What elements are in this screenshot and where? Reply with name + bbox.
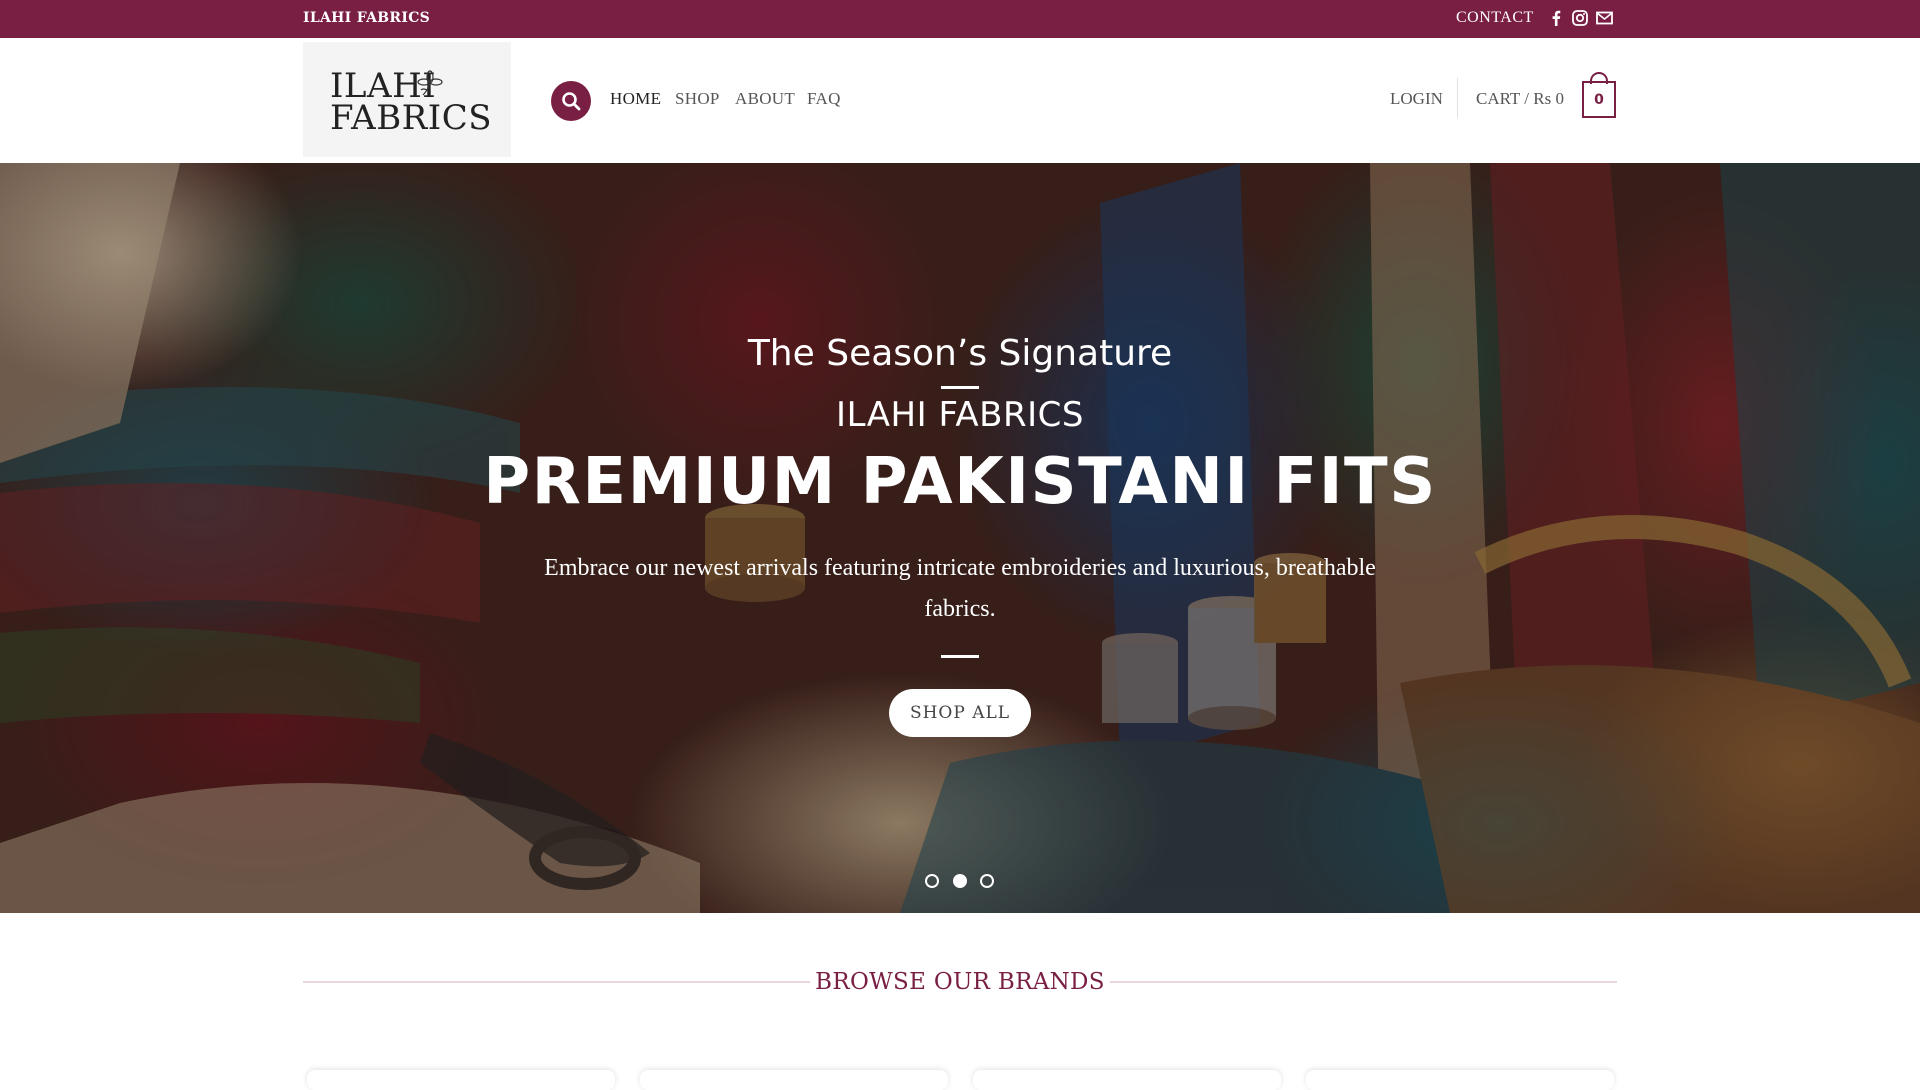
brand-card[interactable] — [973, 1070, 1281, 1090]
brand-card[interactable] — [1306, 1070, 1614, 1090]
instagram-icon[interactable] — [1571, 9, 1589, 27]
hero-brand: ILAHI FABRICS — [836, 395, 1084, 435]
nav-home[interactable]: HOME — [610, 89, 661, 109]
mail-icon[interactable] — [1595, 9, 1613, 27]
browse-divider-right — [1110, 981, 1617, 983]
slider-dot-1[interactable] — [925, 874, 939, 888]
cart-count: 0 — [1594, 91, 1604, 108]
hero-title: PREMIUM PAKISTANI FITS — [483, 445, 1437, 519]
nav-shop[interactable]: SHOP — [675, 89, 720, 109]
facebook-icon[interactable] — [1547, 9, 1565, 27]
flower-icon — [417, 70, 443, 96]
brand-card[interactable] — [307, 1070, 615, 1090]
hero-kicker: The Season’s Signature — [747, 333, 1173, 374]
cart-icon[interactable]: 0 — [1582, 81, 1616, 118]
brand-card[interactable] — [640, 1070, 948, 1090]
contact-link[interactable]: CONTACT — [1456, 9, 1534, 27]
search-button[interactable] — [551, 81, 591, 121]
site-header — [0, 38, 1920, 163]
hero-content: The Season’s Signature ILAHI FABRICS PRE… — [0, 163, 1920, 913]
cart-link[interactable]: CART / Rs 0 — [1476, 89, 1564, 109]
hero-divider-bottom — [941, 655, 979, 658]
site-logo[interactable]: ILAHI FABRICS — [303, 42, 511, 157]
logo-line-2: FABRICS — [330, 98, 493, 138]
hero-divider-top — [941, 386, 979, 389]
shop-all-button[interactable]: SHOP ALL — [889, 689, 1031, 737]
slider-dot-3[interactable] — [980, 874, 994, 888]
slider-dot-2[interactable] — [953, 874, 967, 888]
nav-about[interactable]: ABOUT — [735, 89, 795, 109]
hero-description: Embrace our newest arrivals featuring in… — [544, 555, 1376, 622]
top-bar: ILAHI FABRICS CONTACT — [0, 0, 1920, 38]
browse-brands-title: BROWSE OUR BRANDS — [815, 969, 1105, 995]
nav-faq[interactable]: FAQ — [807, 89, 841, 109]
header-divider — [1457, 78, 1458, 118]
logo-text: ILAHI FABRICS — [330, 69, 493, 138]
search-icon — [562, 92, 581, 111]
hero-slider: The Season’s Signature ILAHI FABRICS PRE… — [0, 163, 1920, 913]
login-link[interactable]: LOGIN — [1390, 89, 1443, 109]
topbar-brand: ILAHI FABRICS — [303, 10, 431, 26]
